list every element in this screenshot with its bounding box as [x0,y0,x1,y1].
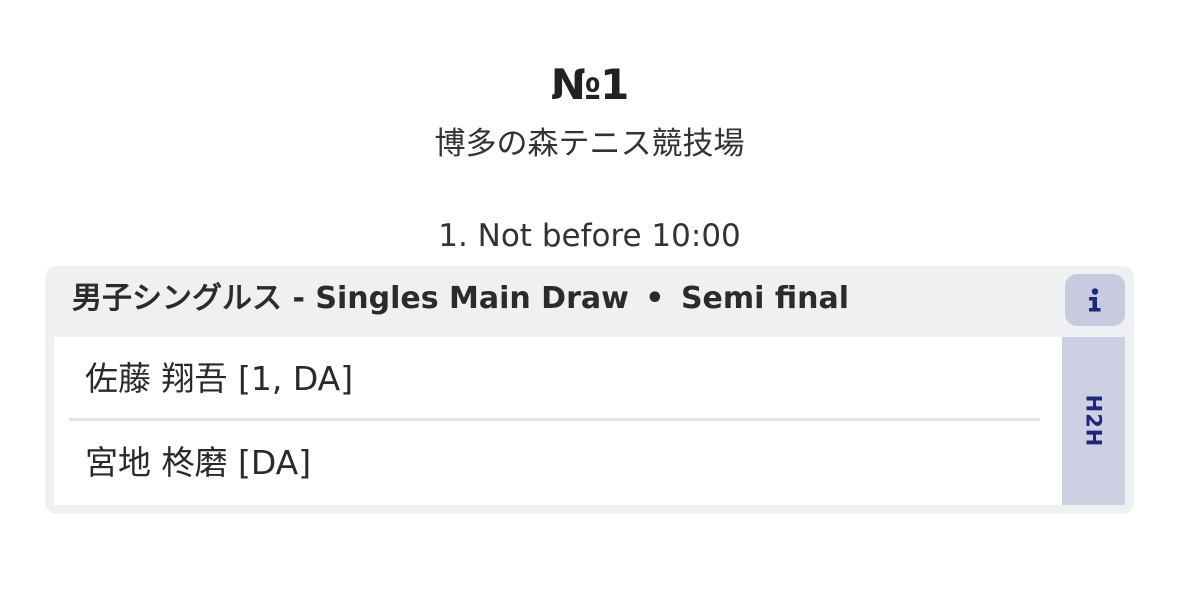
h2h-label: H2H [1081,394,1106,448]
court-title: №1 [550,60,630,109]
match-header: 男子シングルス - Singles Main Draw • Semi final [72,276,849,322]
draw-name: - Singles Main Draw [292,281,629,316]
match-time-label: 1. Not before 10:00 [438,218,741,254]
info-icon [1088,288,1102,312]
h2h-button[interactable]: H2H [1062,337,1125,505]
players-list: 佐藤 翔吾 [1, DA] 宮地 柊磨 [DA] [54,337,1062,505]
round-name: Semi final [680,281,849,316]
match-card: 男子シングルス - Singles Main Draw • Semi final… [45,266,1134,514]
match-info-button[interactable] [1065,274,1125,326]
venue-name: 博多の森テニス競技場 [434,126,745,162]
court-header: №1 博多の森テニス競技場 [0,56,1179,164]
player-name: 宮地 柊磨 [DA] [85,443,312,482]
player-row[interactable]: 佐藤 翔吾 [1, DA] [54,337,1062,421]
header-separator: • [645,281,665,316]
player-row[interactable]: 宮地 柊磨 [DA] [54,421,1062,505]
event-name: 男子シングルス [72,281,282,316]
player-name: 佐藤 翔吾 [1, DA] [85,359,354,398]
